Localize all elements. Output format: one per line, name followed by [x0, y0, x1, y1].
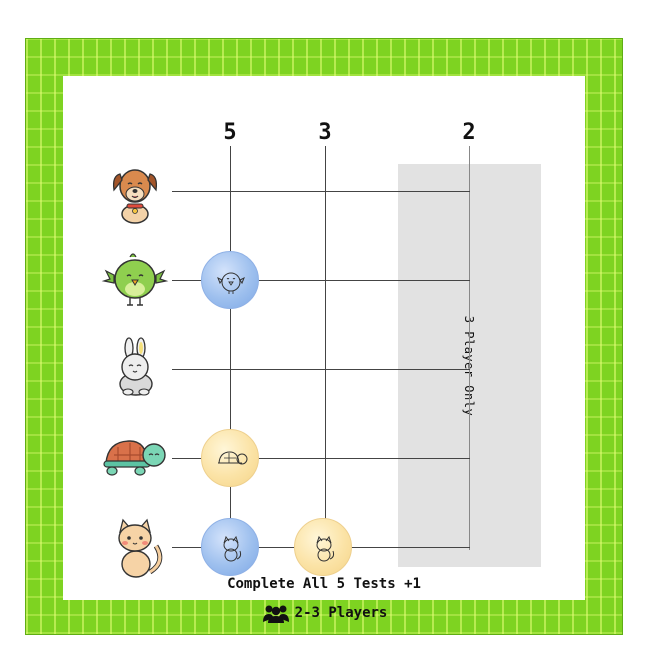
people-icon	[262, 605, 289, 623]
column-line-2	[469, 146, 470, 550]
token-turtle-column-5	[201, 429, 259, 487]
cat-icon	[316, 535, 335, 562]
token-cat-column-3	[294, 518, 352, 576]
column-header-3: 3	[318, 120, 332, 145]
bunny-icon	[100, 334, 170, 404]
bird-icon	[100, 245, 170, 315]
bonus-text: Complete All 5 Tests +1	[227, 576, 421, 592]
game-board: 3 Player Only 5 3 2	[25, 38, 623, 635]
column-header-2: 2	[462, 120, 476, 145]
column-header-5: 5	[223, 120, 237, 145]
column-line-5	[230, 146, 231, 550]
dog-icon	[100, 156, 170, 226]
cat-icon	[223, 535, 242, 562]
turtle-icon	[218, 451, 248, 465]
bird-icon	[217, 272, 245, 294]
players-label: 2-3 Players	[294, 605, 388, 621]
board-inner: 3 Player Only 5 3 2	[63, 76, 585, 623]
row-line-bunny	[172, 369, 470, 370]
column-line-3	[325, 146, 326, 550]
turtle-icon	[100, 423, 170, 493]
token-cat-column-5	[201, 518, 259, 576]
cat-icon	[100, 512, 170, 582]
token-bird-column-5	[201, 251, 259, 309]
player-count: 2-3 Players	[63, 603, 585, 623]
row-line-dog	[172, 191, 470, 192]
